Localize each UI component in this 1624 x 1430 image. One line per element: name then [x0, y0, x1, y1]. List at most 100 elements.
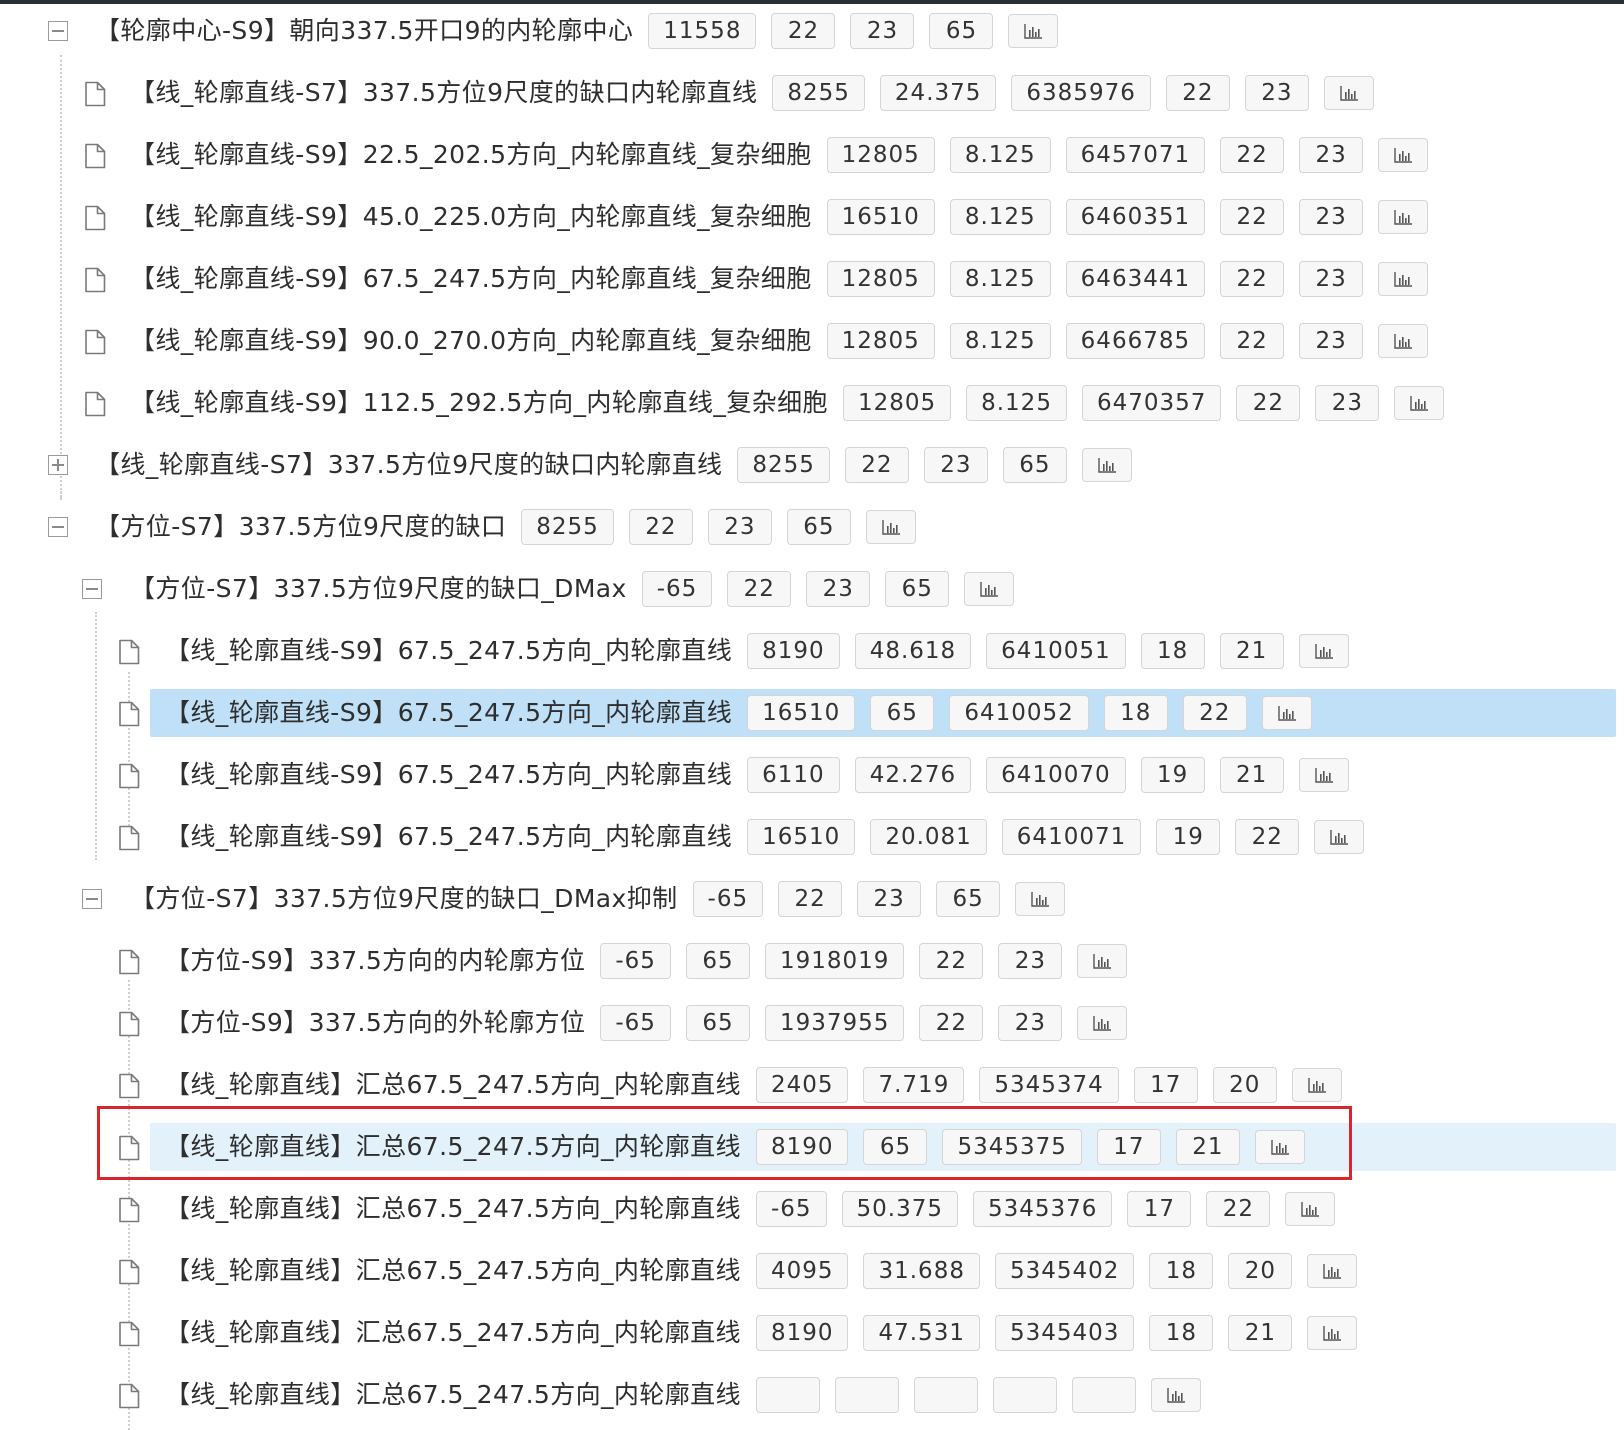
node-content: 【线_轮廓直线-S9】90.0_270.0方向_内轮廓直线_复杂细胞 12805 8… — [130, 323, 1429, 359]
value-badge: 22 — [1220, 137, 1285, 173]
value-badge: 23 — [1299, 261, 1364, 297]
value-badge: 8.125 — [949, 261, 1051, 297]
tree-node-folder[interactable]: 【方位-S7】337.5方位9尺度的缺口 8255 22 23 65 — [0, 496, 1624, 560]
value-badge: 5345376 — [973, 1191, 1113, 1227]
tree-node-file[interactable]: 【线_轮廓直线-S9】45.0_225.0方向_内轮廓直线_复杂细胞 16510 8… — [0, 186, 1624, 250]
value-badge: 22 — [844, 447, 909, 483]
value-badge: 8.125 — [949, 137, 1051, 173]
node-label[interactable]: 【方位-S7】337.5方位9尺度的缺口_DMax — [130, 571, 627, 607]
tree-node-file[interactable]: 【线_轮廓直线-S7】337.5方位9尺度的缺口内轮廓直线 8255 24.375 6… — [0, 62, 1624, 126]
value-badge: 42.276 — [854, 757, 972, 793]
tree-node-folder[interactable]: 【线_轮廓直线-S7】337.5方位9尺度的缺口内轮廓直线 8255 22 23 65 — [0, 434, 1624, 498]
tree-node-file[interactable]: 【线_轮廓直线-S9】67.5_247.5方向_内轮廓直线 8190 48.618 6… — [0, 620, 1624, 684]
tree-node-file[interactable]: 【方位-S9】337.5方向的内轮廓方位 -65 65 1918019 22 23 — [0, 930, 1624, 994]
node-label[interactable]: 【线_轮廓直线】汇总67.5_247.5方向_内轮廓直线 — [165, 1377, 741, 1413]
value-badge: 65 — [1002, 447, 1067, 483]
value-badge: 65 — [936, 881, 1001, 917]
value-badge: 16510 — [826, 199, 935, 235]
collapse-toggle-icon[interactable] — [82, 579, 102, 599]
tree-node-file[interactable]: 【线_轮廓直线-S9】22.5_202.5方向_内轮廓直线_复杂细胞 12805 8… — [0, 124, 1624, 188]
node-label[interactable]: 【线_轮廓直线】汇总67.5_247.5方向_内轮廓直线 — [165, 1067, 741, 1103]
node-label[interactable]: 【线_轮廓直线-S7】337.5方位9尺度的缺口内轮廓直线 — [95, 447, 722, 483]
bar-chart-icon[interactable] — [1015, 882, 1066, 916]
bar-chart-icon[interactable] — [1081, 448, 1132, 482]
value-badge: 22 — [1220, 323, 1285, 359]
tree-node-file[interactable]: 【线_轮廓直线】汇总67.5_247.5方向_内轮廓直线 8190 47.531 53… — [0, 1302, 1624, 1366]
node-label[interactable]: 【线_轮廓直线-S9】45.0_225.0方向_内轮廓直线_复杂细胞 — [130, 199, 812, 235]
node-content: 【线_轮廓直线】汇总67.5_247.5方向_内轮廓直线 -65 50.375 534… — [165, 1191, 1336, 1227]
bar-chart-icon[interactable] — [1323, 76, 1374, 110]
value-badge: 23 — [923, 447, 988, 483]
bar-chart-icon[interactable] — [1285, 1192, 1336, 1226]
node-label[interactable]: 【线_轮廓直线-S9】67.5_247.5方向_内轮廓直线 — [165, 819, 732, 855]
expand-toggle-icon[interactable] — [48, 455, 68, 475]
node-label[interactable]: 【线_轮廓直线-S9】67.5_247.5方向_内轮廓直线 — [165, 695, 732, 731]
node-label[interactable]: 【线_轮廓直线】汇总67.5_247.5方向_内轮廓直线 — [165, 1315, 741, 1351]
bar-chart-icon[interactable] — [1307, 1254, 1358, 1288]
bar-chart-icon[interactable] — [1298, 634, 1349, 668]
value-badge — [992, 1377, 1057, 1413]
node-label[interactable]: 【方位-S7】337.5方位9尺度的缺口 — [95, 509, 506, 545]
tree-node-file[interactable]: 【线_轮廓直线-S9】112.5_292.5方向_内轮廓直线_复杂细胞 12805… — [0, 372, 1624, 436]
bar-chart-icon[interactable] — [1077, 1006, 1128, 1040]
tree-node-file[interactable]: 【线_轮廓直线-S9】90.0_270.0方向_内轮廓直线_复杂细胞 12805 8… — [0, 310, 1624, 374]
node-label[interactable]: 【线_轮廓直线-S9】90.0_270.0方向_内轮廓直线_复杂细胞 — [130, 323, 812, 359]
value-badge: 18 — [1103, 695, 1168, 731]
collapse-toggle-icon[interactable] — [48, 517, 68, 537]
tree-node-file[interactable]: 【线_轮廓直线-S9】67.5_247.5方向_内轮廓直线_复杂细胞 12805 8… — [0, 248, 1624, 312]
bar-chart-icon[interactable] — [1077, 944, 1128, 978]
node-label[interactable]: 【方位-S9】337.5方向的内轮廓方位 — [165, 943, 585, 979]
node-label[interactable]: 【线_轮廓直线-S7】337.5方位9尺度的缺口内轮廓直线 — [130, 75, 757, 111]
bar-chart-icon[interactable] — [1314, 820, 1365, 854]
value-badge: 6410052 — [949, 695, 1089, 731]
bar-chart-icon[interactable] — [1378, 324, 1429, 358]
tree-node-file[interactable]: 【线_轮廓直线-S9】67.5_247.5方向_内轮廓直线 6110 42.276 6… — [0, 744, 1624, 808]
bar-chart-icon[interactable] — [1307, 1316, 1358, 1350]
file-icon — [84, 391, 106, 417]
value-badge: 23 — [998, 1005, 1063, 1041]
node-label[interactable]: 【线_轮廓直线-S9】67.5_247.5方向_内轮廓直线 — [165, 633, 732, 669]
value-badge: 6410051 — [986, 633, 1126, 669]
tree-node-folder[interactable]: 【轮廓中心-S9】朝向337.5开口9的内轮廓中心 11558 22 23 65 — [0, 0, 1624, 64]
bar-chart-icon[interactable] — [1150, 1378, 1201, 1412]
tree-node-file[interactable]: 【线_轮廓直线-S9】67.5_247.5方向_内轮廓直线 16510 20.081… — [0, 806, 1624, 870]
tree-node-file[interactable]: 【线_轮廓直线】汇总67.5_247.5方向_内轮廓直线 — [0, 1364, 1624, 1428]
node-label[interactable]: 【线_轮廓直线】汇总67.5_247.5方向_内轮廓直线 — [165, 1253, 741, 1289]
bar-chart-icon[interactable] — [1378, 138, 1429, 172]
bar-chart-icon[interactable] — [865, 510, 916, 544]
file-icon — [118, 1321, 140, 1347]
collapse-toggle-icon[interactable] — [82, 889, 102, 909]
node-label[interactable]: 【线_轮廓直线-S9】22.5_202.5方向_内轮廓直线_复杂细胞 — [130, 137, 812, 173]
node-label[interactable]: 【轮廓中心-S9】朝向337.5开口9的内轮廓中心 — [95, 13, 633, 49]
value-badge: 11558 — [648, 13, 757, 49]
node-label[interactable]: 【方位-S9】337.5方向的外轮廓方位 — [165, 1005, 585, 1041]
value-badge: 65 — [929, 13, 994, 49]
value-badge: 47.531 — [863, 1315, 980, 1351]
tree-node-file[interactable]: 【线_轮廓直线】汇总67.5_247.5方向_内轮廓直线 4095 31.688 53… — [0, 1240, 1624, 1304]
node-label[interactable]: 【方位-S7】337.5方位9尺度的缺口_DMax抑制 — [130, 881, 678, 917]
tree-node-file[interactable]: 【线_轮廓直线】汇总67.5_247.5方向_内轮廓直线 -65 50.375 534… — [0, 1178, 1624, 1242]
bar-chart-icon[interactable] — [1261, 696, 1312, 730]
node-content: 【轮廓中心-S9】朝向337.5开口9的内轮廓中心 11558 22 23 65 — [95, 13, 1059, 49]
collapse-toggle-icon[interactable] — [48, 21, 68, 41]
file-icon — [118, 825, 140, 851]
node-label[interactable]: 【线_轮廓直线】汇总67.5_247.5方向_内轮廓直线 — [165, 1191, 741, 1227]
node-label[interactable]: 【线_轮廓直线-S9】67.5_247.5方向_内轮廓直线_复杂细胞 — [130, 261, 812, 297]
tree-node-folder[interactable]: 【方位-S7】337.5方位9尺度的缺口_DMax抑制 -65 22 23 65 — [0, 868, 1624, 932]
tree-node-file[interactable]: 【方位-S9】337.5方向的外轮廓方位 -65 65 1937955 22 23 — [0, 992, 1624, 1056]
node-label[interactable]: 【线_轮廓直线-S9】67.5_247.5方向_内轮廓直线 — [165, 757, 732, 793]
bar-chart-icon[interactable] — [964, 572, 1015, 606]
bar-chart-icon[interactable] — [1394, 386, 1445, 420]
file-icon — [84, 81, 106, 107]
value-badge: 65 — [685, 943, 750, 979]
bar-chart-icon[interactable] — [1291, 1068, 1342, 1102]
node-label[interactable]: 【线_轮廓直线-S9】112.5_292.5方向_内轮廓直线_复杂细胞 — [130, 385, 828, 421]
bar-chart-icon[interactable] — [1008, 14, 1059, 48]
value-badge: 6385976 — [1011, 75, 1151, 111]
bar-chart-icon[interactable] — [1378, 200, 1429, 234]
node-content: 【线_轮廓直线-S9】22.5_202.5方向_内轮廓直线_复杂细胞 12805 8… — [130, 137, 1429, 173]
bar-chart-icon[interactable] — [1378, 262, 1429, 296]
bar-chart-icon[interactable] — [1298, 758, 1349, 792]
tree-node-file[interactable]: 【线_轮廓直线-S9】67.5_247.5方向_内轮廓直线 16510 65 6410… — [0, 682, 1624, 746]
tree-node-folder[interactable]: 【方位-S7】337.5方位9尺度的缺口_DMax -65 22 23 65 — [0, 558, 1624, 622]
